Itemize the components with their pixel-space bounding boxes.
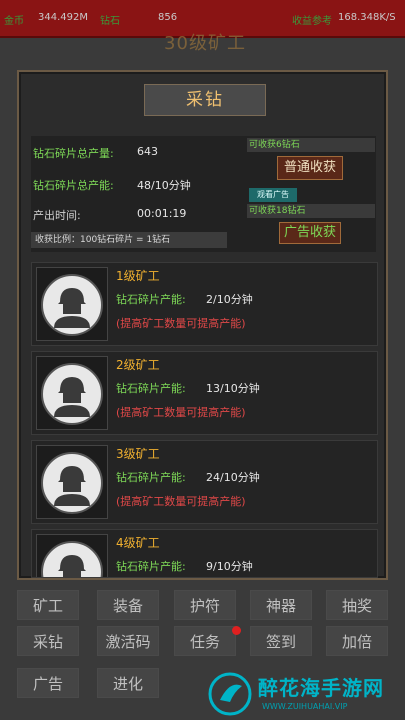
miner-icon [54,466,90,506]
watch-ad-tag: 观看广告 [249,188,297,202]
miner-capacity-label: 钻石碎片产能: [116,382,186,395]
background-title: 30级矿工 [164,33,246,54]
miner-level: 1级矿工 [116,269,160,283]
income-value: 168.348K/S [338,12,396,23]
flower-logo-icon [208,672,252,716]
miner-avatar [36,356,108,430]
panel-title: 采钻 [144,84,266,116]
miner-level: 4级矿工 [116,536,160,550]
nav-tasks[interactable]: 任务 [174,626,236,656]
miner-capacity-value: 2/10分钟 [206,293,253,306]
nav-artifact[interactable]: 神器 [250,590,312,620]
income-label: 收益参考 [292,16,332,27]
nav-mining[interactable]: 采钻 [17,626,79,656]
miner-hint: (提高矿工数量可提高产能) [116,317,246,330]
nav-equipment[interactable]: 装备 [97,590,159,620]
miner-level: 2级矿工 [116,358,160,372]
miner-avatar [36,445,108,519]
gold-value: 344.492M [38,12,88,23]
miner-icon [58,555,86,577]
total-capacity-label: 钻石碎片总产能: [33,179,114,192]
watermark-text: 醉花海手游网 [258,676,384,700]
miner-card: 4级矿工 钻石碎片产能: 9/10分钟 [31,529,378,578]
nav-activation-code[interactable]: 激活码 [97,626,159,656]
nav-evolve[interactable]: 进化 [97,668,159,698]
task-notification-dot [232,626,241,635]
nav-double[interactable]: 加倍 [326,626,388,656]
diamond-value: 856 [158,12,178,23]
gold-label: 金币 [4,16,24,27]
total-output-label: 钻石碎片总产量: [33,147,114,160]
miner-card: 3级矿工 钻石碎片产能: 24/10分钟 (提高矿工数量可提高产能) [31,440,378,524]
miner-capacity-label: 钻石碎片产能: [116,560,186,573]
miner-avatar [36,267,108,341]
summary-box: 钻石碎片总产量: 643 钻石碎片总产能: 48/10分钟 产出时间: 00:0… [31,136,376,252]
ad-claim-info: 可收获18钻石 [247,204,375,218]
miner-avatar [36,534,108,577]
nav-checkin[interactable]: 签到 [250,626,312,656]
miner-hint: (提高矿工数量可提高产能) [116,495,246,508]
nav-amulet[interactable]: 护符 [174,590,236,620]
miner-capacity-label: 钻石碎片产能: [116,471,186,484]
miner-capacity-value: 9/10分钟 [206,560,253,573]
harvest-ratio: 收获比例：100钻石碎片 = 1钻石 [31,232,227,248]
normal-claim-info: 可收获6钻石 [247,138,375,152]
diamond-label: 钻石 [100,16,120,27]
site-watermark: 醉花海手游网 WWW.ZUIHUAHAI.VIP [200,668,405,720]
production-time-label: 产出时间: [33,209,81,222]
production-time-value: 00:01:19 [137,207,187,220]
total-output-value: 643 [137,145,158,158]
total-capacity-value: 48/10分钟 [137,179,191,192]
miner-icon [54,288,90,328]
nav-miner[interactable]: 矿工 [17,590,79,620]
miner-icon [54,377,90,417]
miner-level: 3级矿工 [116,447,160,461]
miner-hint: (提高矿工数量可提高产能) [116,406,246,419]
miner-capacity-label: 钻石碎片产能: [116,293,186,306]
normal-claim-button[interactable]: 普通收获 [277,156,343,180]
miner-card: 2级矿工 钻石碎片产能: 13/10分钟 (提高矿工数量可提高产能) [31,351,378,435]
miner-capacity-value: 13/10分钟 [206,382,260,395]
ad-claim-button[interactable]: 广告收获 [279,222,341,244]
miner-capacity-value: 24/10分钟 [206,471,260,484]
mining-panel: 采钻 钻石碎片总产量: 643 钻石碎片总产能: 48/10分钟 产出时间: 0… [17,70,388,580]
nav-lottery[interactable]: 抽奖 [326,590,388,620]
miner-card: 1级矿工 钻石碎片产能: 2/10分钟 (提高矿工数量可提高产能) [31,262,378,346]
nav-ads[interactable]: 广告 [17,668,79,698]
watermark-url: WWW.ZUIHUAHAI.VIP [262,702,348,711]
